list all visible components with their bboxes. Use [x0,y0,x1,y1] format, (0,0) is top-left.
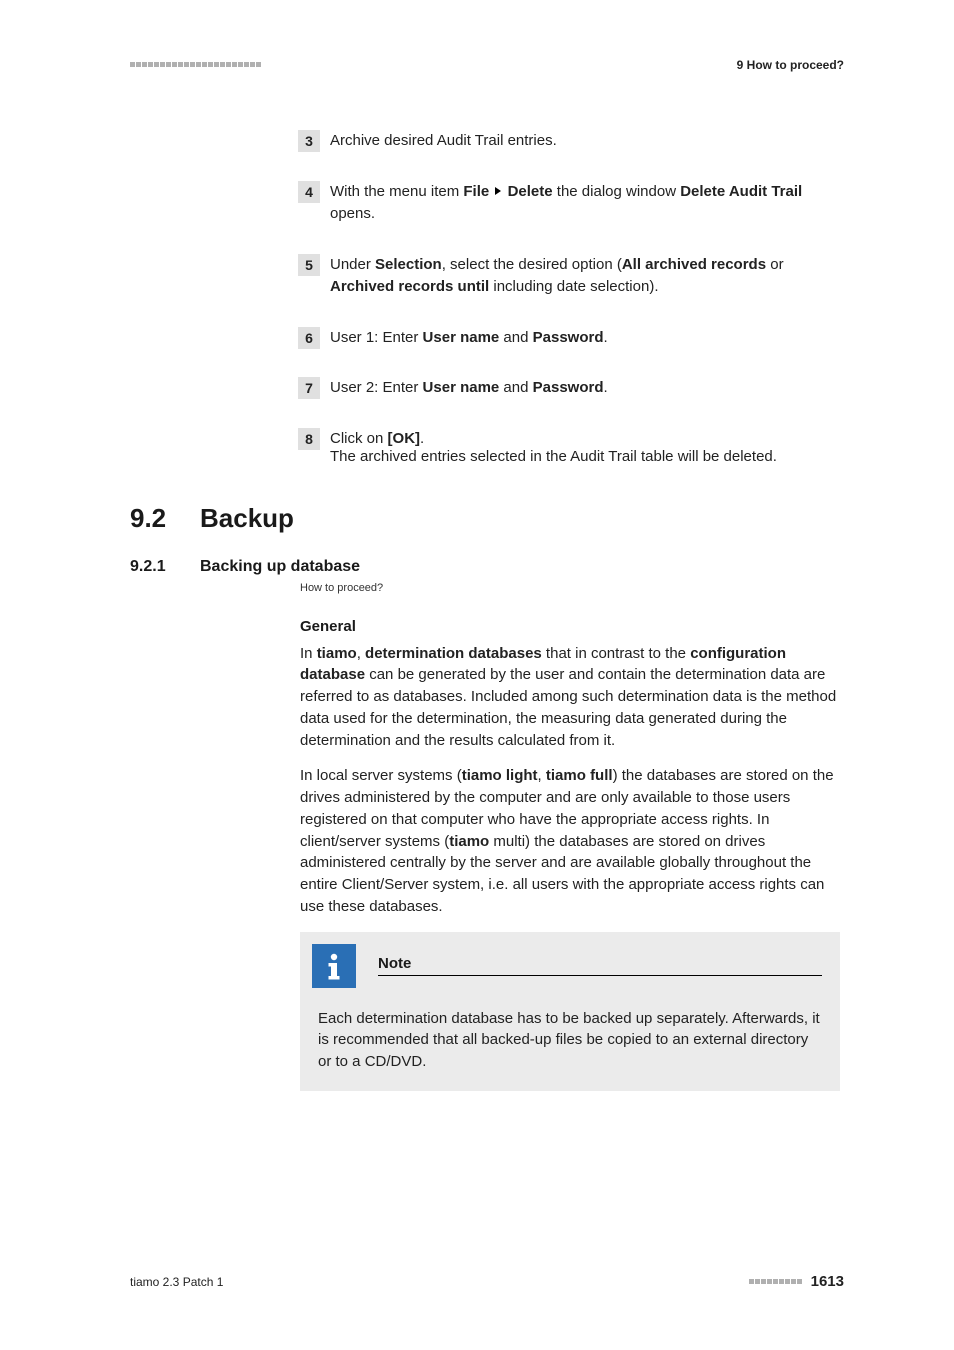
step-number: 5 [298,254,320,276]
text: or [766,256,784,273]
section-title: Backup [200,503,294,534]
bold-text: All archived records [622,256,766,273]
header-decoration-left [130,62,262,67]
text: the dialog window [553,183,681,200]
step-text: User 1: Enter User name and Password. [330,327,608,350]
subsection-heading: 9.2.1 Backing up database [130,558,844,576]
text: can be generated by the user and contain… [300,666,836,748]
step-number: 8 [298,428,320,450]
general-paragraph-1: In tiamo, determination databases that i… [300,643,840,752]
text: In [300,645,317,662]
page-footer: tiamo 2.3 Patch 1 1613 [130,1273,844,1290]
bold-text: tiamo [449,833,489,850]
note-header: Note [300,932,840,992]
text: Under [330,256,375,273]
step-3: 3 Archive desired Audit Trail entries. [298,130,844,153]
text: . [604,329,608,346]
header-chapter-label: 9 How to proceed? [737,58,844,72]
info-icon [312,944,356,988]
step-text: Archive desired Audit Trail entries. [330,130,557,153]
bold-text: File [463,183,489,200]
page-number: 1613 [811,1273,844,1290]
text: that in contrast to the [542,645,690,662]
menu-arrow-icon [495,187,501,195]
text: and [499,329,532,346]
step-text: Under Selection, select the desired opti… [330,254,840,299]
page-container: 9 How to proceed? 3 Archive desired Audi… [0,0,954,1350]
section-number: 9.2 [130,503,200,534]
subsection-number: 9.2.1 [130,558,200,576]
bold-text: tiamo [317,645,357,662]
note-text: Each determination database has to be ba… [300,992,840,1073]
bold-text: Archived records until [330,278,489,295]
bold-text: Selection [375,256,442,273]
note-label-wrap: Note [378,955,822,977]
text: . [420,430,424,447]
step-8-result: The archived entries selected in the Aud… [330,446,840,469]
bold-text: tiamo full [546,767,613,784]
bold-text: User name [423,379,500,396]
bold-text: tiamo light [462,767,538,784]
text: With the menu item [330,183,463,200]
footer-decoration [749,1279,803,1284]
text: , select the desired option ( [442,256,622,273]
text: User 2: Enter [330,379,423,396]
footer-right: 1613 [749,1273,844,1290]
step-7: 7 User 2: Enter User name and Password. [298,377,844,400]
text: In local server systems ( [300,767,462,784]
text: , [538,767,546,784]
step-number: 4 [298,181,320,203]
bold-text: Delete [508,183,553,200]
bold-text: Password [533,329,604,346]
note-label: Note [378,955,822,972]
note-divider [378,975,822,977]
subsection-title: Backing up database [200,558,360,576]
bold-text: determination databases [365,645,542,662]
step-number: 3 [298,130,320,152]
step-5: 5 Under Selection, select the desired op… [298,254,844,299]
general-paragraph-2: In local server systems (tiamo light, ti… [300,765,840,917]
bold-text: User name [423,329,500,346]
step-number: 7 [298,377,320,399]
text: opens. [330,205,375,222]
step-4: 4 With the menu item File Delete the dia… [298,181,844,226]
text: , [357,645,365,662]
footer-version: tiamo 2.3 Patch 1 [130,1275,223,1289]
step-text: With the menu item File Delete the dialo… [330,181,840,226]
body-block: General In tiamo, determination database… [300,618,840,1091]
subsection-breadcrumb: How to proceed? [300,582,844,594]
text: and [499,379,532,396]
note-block: Note Each determination database has to … [300,932,840,1091]
text: Click on [330,430,388,447]
section-heading: 9.2 Backup [130,503,844,534]
bold-text: Password [533,379,604,396]
step-6: 6 User 1: Enter User name and Password. [298,327,844,350]
step-text: User 2: Enter User name and Password. [330,377,608,400]
step-number: 6 [298,327,320,349]
bold-text: Delete Audit Trail [680,183,802,200]
text: User 1: Enter [330,329,423,346]
bold-text: [OK] [388,430,421,447]
text: including date selection). [489,278,658,295]
text: . [604,379,608,396]
main-content: 3 Archive desired Audit Trail entries. 4… [130,130,844,1091]
general-heading: General [300,618,840,635]
